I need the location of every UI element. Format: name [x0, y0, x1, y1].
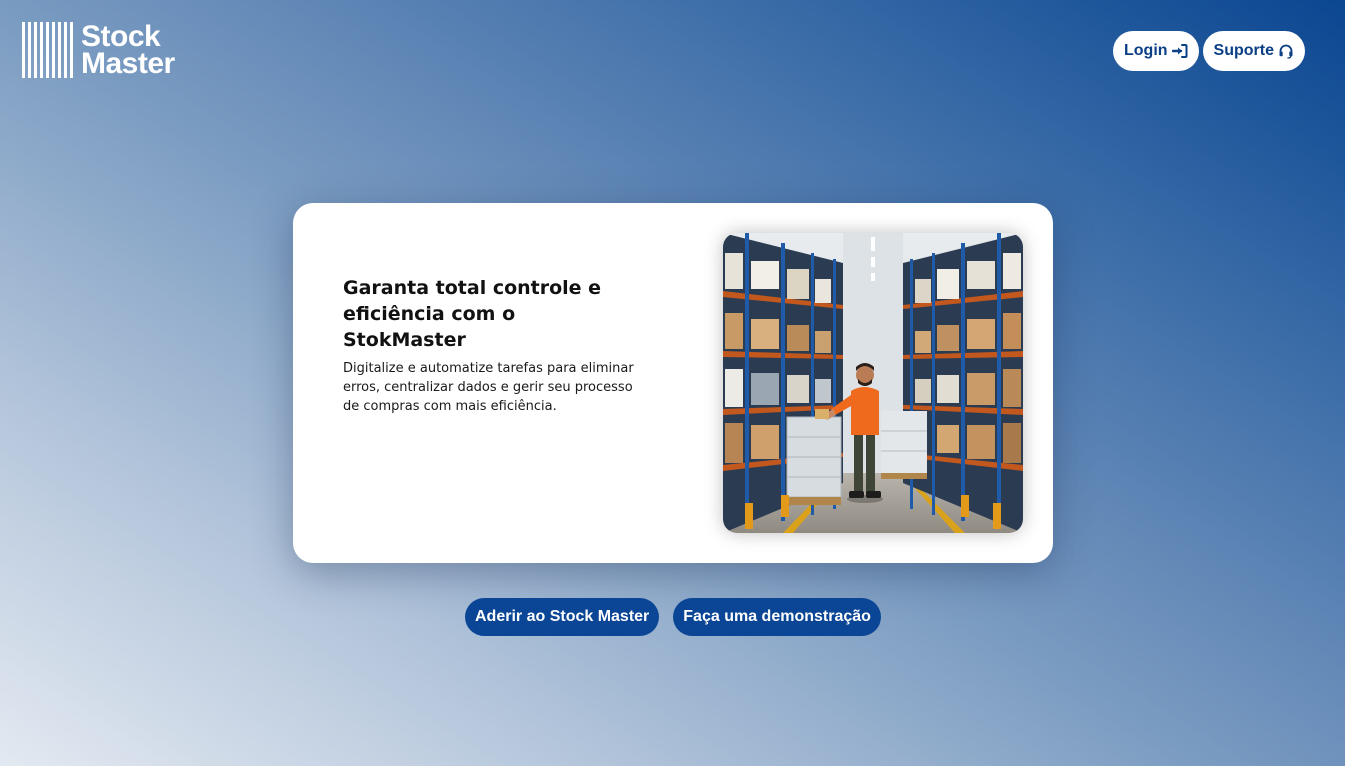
sign-in-icon [1171, 43, 1188, 59]
call-to-action-row: Aderir ao Stock Master Faça uma demonstr… [465, 598, 881, 636]
hero-title: Garanta total controle e eficiência com … [343, 277, 602, 351]
top-navigation: Login Suporte [1113, 31, 1305, 71]
brand-name-line1: Stock [81, 20, 161, 53]
login-label: Login [1124, 42, 1168, 59]
barcode-icon [22, 22, 73, 78]
hero-description: Digitalize e automatize tarefas para eli… [343, 361, 634, 414]
headset-icon [1278, 43, 1294, 59]
demo-button[interactable]: Faça uma demonstração [673, 598, 881, 636]
login-button[interactable]: Login [1113, 31, 1199, 71]
support-button[interactable]: Suporte [1202, 31, 1305, 71]
join-button[interactable]: Aderir ao Stock Master [465, 598, 660, 636]
hero-card: Garanta total controle e eficiência com … [293, 203, 1053, 563]
warehouse-worker-photo [723, 233, 1023, 533]
brand-logo[interactable]: Stock Master [22, 20, 175, 80]
support-label: Suporte [1213, 42, 1274, 59]
brand-name-line2: Master [81, 47, 175, 80]
brand-name: Stock Master [81, 20, 175, 80]
